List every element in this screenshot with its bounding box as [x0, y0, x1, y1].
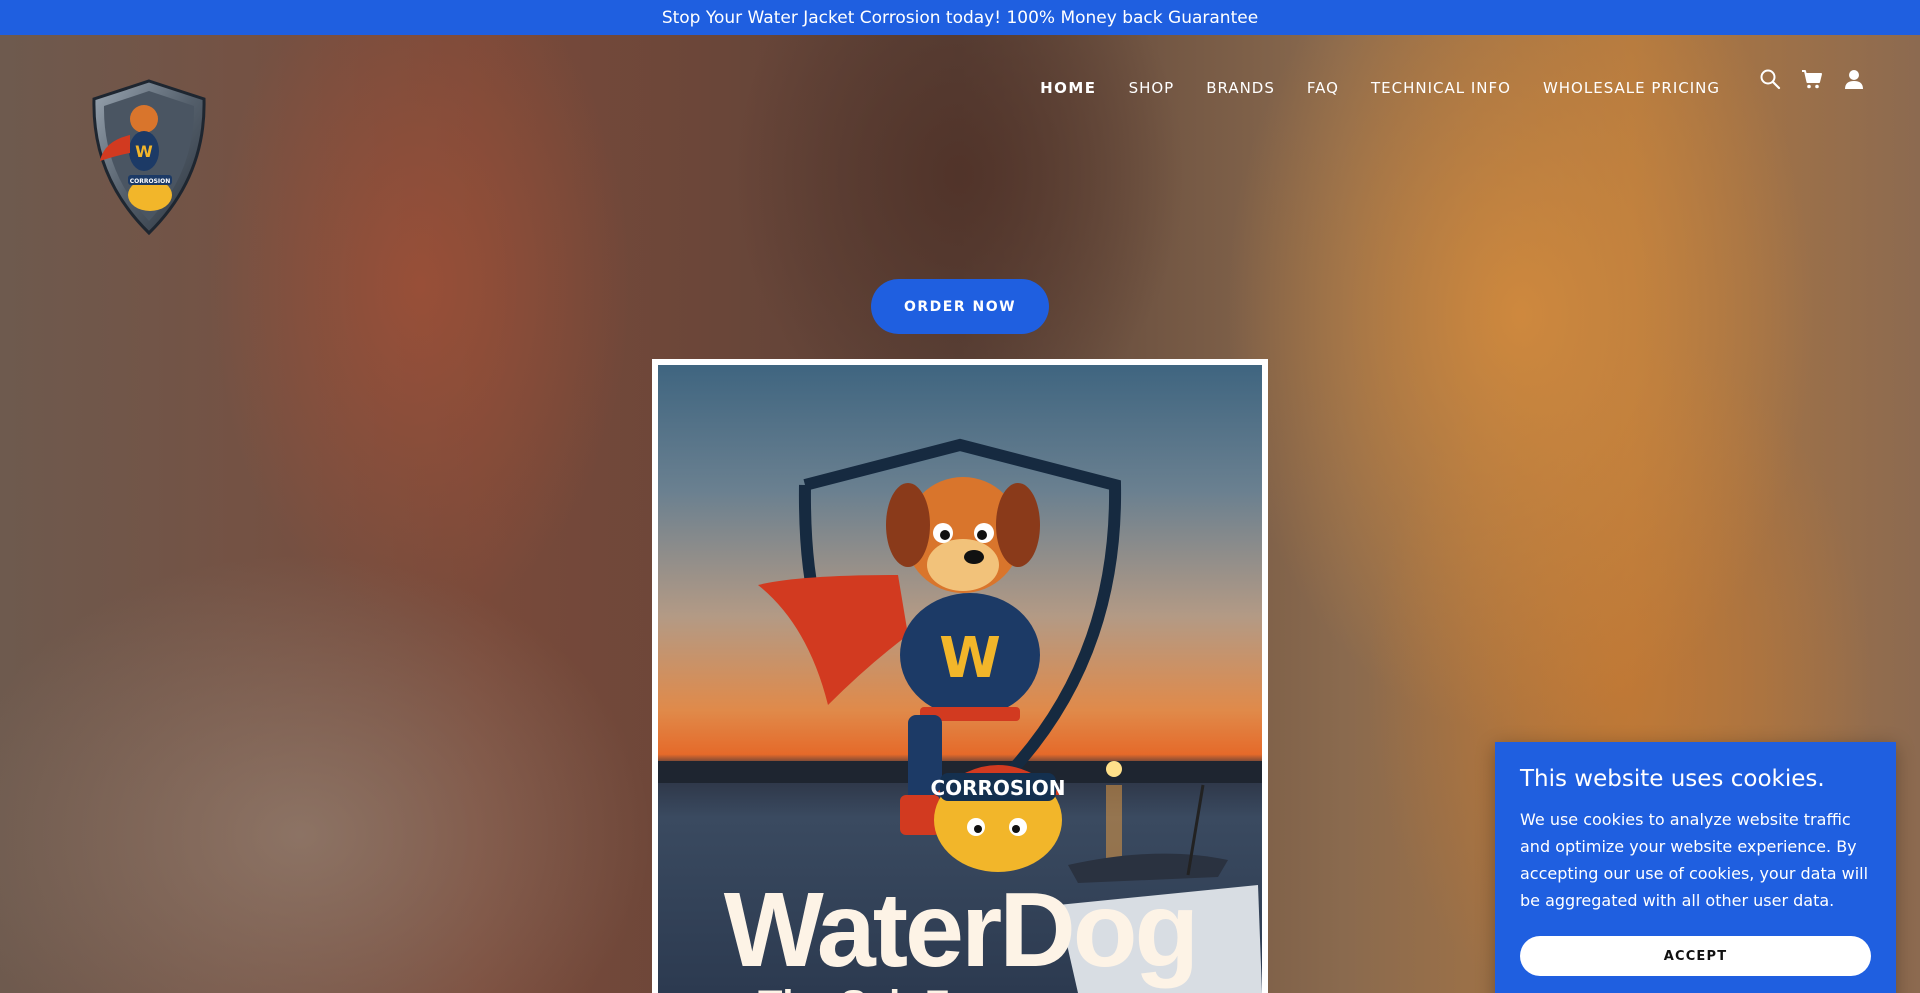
mascot-label: CORROSION	[930, 776, 1065, 800]
order-now-button[interactable]: ORDER NOW	[871, 279, 1049, 334]
cookie-title: This website uses cookies.	[1520, 766, 1825, 792]
search-icon[interactable]	[1758, 67, 1782, 91]
shield-logo-icon: W CORROSION	[92, 79, 206, 236]
brand-title: WaterDog	[723, 871, 1200, 989]
logo-badge-text: CORROSION	[130, 178, 171, 185]
cookie-body: We use cookies to analyze website traffi…	[1520, 810, 1869, 910]
header-icons	[1758, 67, 1866, 91]
hero-image: W CORROSION WaterDog The Sc	[652, 359, 1268, 993]
nav-technical-info[interactable]: TECHNICAL INFO	[1371, 79, 1511, 97]
main-nav: HOME SHOP BRANDS FAQ TECHNICAL INFO WHOL…	[1040, 73, 1720, 103]
site-logo[interactable]: W CORROSION	[84, 77, 214, 237]
nav-brands[interactable]: BRANDS	[1206, 79, 1275, 97]
mascot-letter: W	[939, 626, 1001, 691]
nav-home[interactable]: HOME	[1040, 79, 1096, 97]
announcement-bar: Stop Your Water Jacket Corrosion today! …	[0, 0, 1920, 35]
nav-shop[interactable]: SHOP	[1129, 79, 1175, 97]
cookie-banner: This website uses cookies. We use cookie…	[1495, 742, 1896, 993]
hero-section: W CORROSION HOME SHOP BRANDS FAQ TECHNIC…	[0, 35, 1920, 993]
nav-wholesale-pricing[interactable]: WHOLESALE PRICING	[1543, 79, 1720, 97]
brand-subtitle: The Sch Fo	[758, 983, 974, 993]
cart-icon[interactable]	[1800, 67, 1824, 91]
account-icon[interactable]	[1842, 67, 1866, 91]
announcement-text: Stop Your Water Jacket Corrosion today! …	[661, 7, 1259, 28]
cookie-accept-button[interactable]: ACCEPT	[1520, 936, 1871, 976]
logo-letter: W	[135, 142, 153, 161]
nav-faq[interactable]: FAQ	[1307, 79, 1339, 97]
